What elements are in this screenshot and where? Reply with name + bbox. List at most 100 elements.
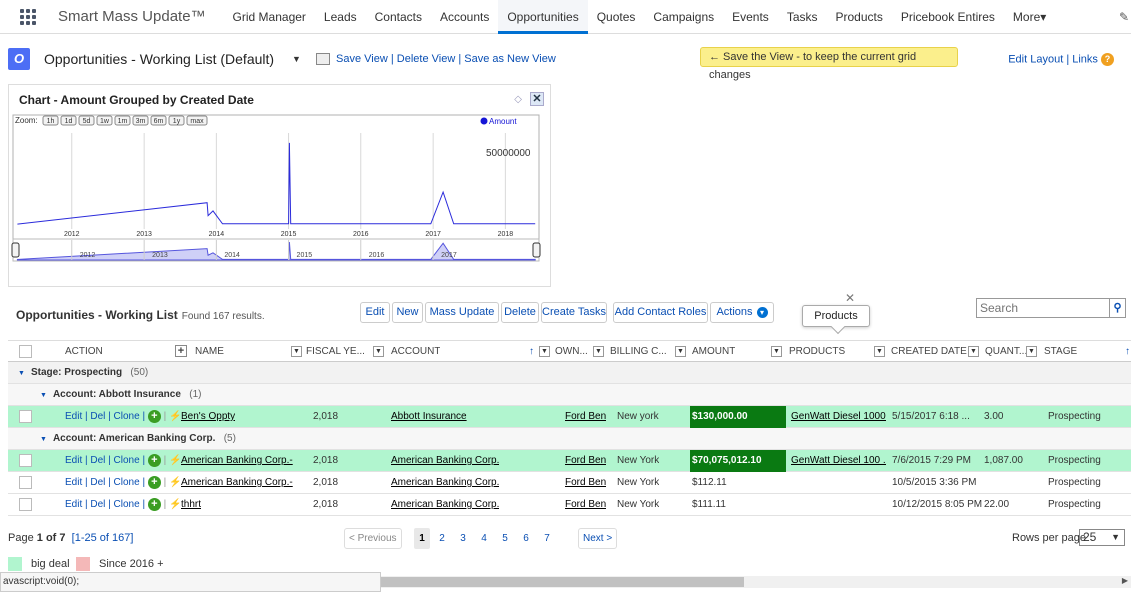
col-stage[interactable]: STAGE: [1044, 341, 1077, 363]
collapse-icon[interactable]: ▼: [18, 370, 25, 377]
view-select[interactable]: Opportunities - Working List (Default): [44, 51, 274, 67]
page-1[interactable]: 1: [414, 528, 430, 549]
tab-tasks[interactable]: Tasks: [778, 0, 827, 34]
actions-button[interactable]: Actions ▾: [710, 302, 774, 323]
rows-per-page-select[interactable]: 25 ▼: [1079, 529, 1125, 546]
collapse-icon[interactable]: ▼: [40, 392, 47, 399]
col-owner-menu[interactable]: ▼: [593, 341, 604, 363]
cell-owner[interactable]: Ford Ben: [565, 406, 606, 428]
add-icon[interactable]: +: [147, 453, 161, 467]
lightning-icon[interactable]: | ⚡: [164, 499, 182, 510]
col-products-menu[interactable]: ▼: [874, 341, 885, 363]
col-fiscal-menu[interactable]: ▼: [373, 341, 384, 363]
edit-layout-link[interactable]: Edit Layout: [1008, 53, 1063, 65]
save-view-link[interactable]: Save View: [336, 53, 388, 65]
cell-name[interactable]: American Banking Corp.-: [181, 472, 293, 494]
lightning-icon[interactable]: | ⚡: [164, 477, 182, 488]
links-link[interactable]: Links: [1072, 53, 1098, 65]
tab-more[interactable]: More▾: [1004, 0, 1055, 34]
col-products[interactable]: PRODUCTS: [789, 341, 845, 363]
col-created-date[interactable]: CREATED DATE: [891, 341, 967, 363]
col-account-menu[interactable]: ▼: [539, 341, 550, 363]
help-icon[interactable]: ?: [1101, 53, 1114, 66]
page-6[interactable]: 6: [518, 528, 534, 549]
cell-owner[interactable]: Ford Ben: [565, 450, 606, 472]
tab-opportunities[interactable]: Opportunities: [498, 0, 588, 34]
row-actions[interactable]: Edit | Del | Clone | + | ⚡: [65, 494, 181, 516]
col-quantity-menu[interactable]: ▼: [1026, 341, 1037, 363]
scroll-right-icon[interactable]: ▶: [1122, 576, 1128, 585]
navigator-left-handle[interactable]: [11, 242, 20, 258]
cell-products[interactable]: GenWatt Diesel 1000 ...: [791, 406, 886, 428]
delete-view-link[interactable]: Delete View: [397, 53, 456, 65]
pencil-icon[interactable]: ✎: [1119, 10, 1129, 24]
col-name[interactable]: NAME: [195, 341, 224, 363]
cell-account[interactable]: American Banking Corp.: [391, 472, 499, 494]
tab-contacts[interactable]: Contacts: [366, 0, 431, 34]
save-as-new-view-link[interactable]: Save as New View: [464, 53, 556, 65]
table-row[interactable]: Edit | Del | Clone | + | ⚡ American Bank…: [8, 450, 1131, 472]
navigator-right-handle[interactable]: [532, 242, 541, 258]
col-name-menu[interactable]: ▼: [291, 341, 302, 363]
edit-button[interactable]: Edit: [360, 302, 390, 323]
col-action-add[interactable]: +: [175, 341, 187, 363]
chart-close-icon[interactable]: ✕: [530, 92, 544, 106]
collapse-icon[interactable]: ▼: [40, 436, 47, 443]
table-row[interactable]: Edit | Del | Clone | + | ⚡ Ben's Oppty 2…: [8, 406, 1131, 428]
row-actions[interactable]: Edit | Del | Clone | + | ⚡: [65, 406, 181, 428]
page-2[interactable]: 2: [434, 528, 450, 549]
scrollbar-thumb[interactable]: [381, 577, 744, 587]
col-account[interactable]: ACCOUNT: [391, 341, 440, 363]
delete-button[interactable]: Delete: [501, 302, 539, 323]
horizontal-scrollbar[interactable]: ▶: [381, 576, 1131, 588]
search-icon[interactable]: ⚲: [1110, 298, 1126, 318]
sort-icon[interactable]: ↑: [1125, 341, 1130, 363]
create-tasks-button[interactable]: Create Tasks: [541, 302, 607, 323]
tab-campaigns[interactable]: Campaigns: [644, 0, 723, 34]
col-amount-menu[interactable]: ▼: [771, 341, 782, 363]
tab-grid-manager[interactable]: Grid Manager: [224, 0, 315, 34]
group-row-account[interactable]: ▼ Account: American Banking Corp. (5): [8, 428, 1131, 450]
lightning-icon[interactable]: | ⚡: [164, 411, 182, 422]
table-row[interactable]: Edit | Del | Clone | + | ⚡ American Bank…: [8, 472, 1131, 494]
page-7[interactable]: 7: [539, 528, 555, 549]
previous-page-button[interactable]: < Previous: [344, 528, 402, 549]
col-quantity[interactable]: QUANT...: [985, 341, 1027, 363]
col-owner[interactable]: OWN...: [555, 341, 588, 363]
page-5[interactable]: 5: [497, 528, 513, 549]
row-checkbox[interactable]: [19, 476, 32, 489]
cell-products[interactable]: GenWatt Diesel 100 ...: [791, 450, 886, 472]
select-all-checkbox[interactable]: [19, 345, 32, 358]
cell-name[interactable]: American Banking Corp.-: [181, 450, 293, 472]
chart-pin-icon[interactable]: ◇: [514, 94, 522, 105]
add-contact-roles-button[interactable]: Add Contact Roles: [613, 302, 708, 323]
group-row-stage[interactable]: ▼ Stage: Prospecting (50): [8, 362, 1131, 384]
sort-asc-icon[interactable]: ↑: [529, 341, 534, 363]
search-input[interactable]: [976, 298, 1110, 318]
mass-update-button[interactable]: Mass Update: [425, 302, 499, 323]
col-billing-menu[interactable]: ▼: [675, 341, 686, 363]
cell-name[interactable]: thhrt: [181, 494, 201, 516]
new-button[interactable]: New: [392, 302, 423, 323]
next-page-button[interactable]: Next >: [578, 528, 618, 549]
table-row[interactable]: Edit | Del | Clone | + | ⚡ thhrt 2,018 A…: [8, 494, 1131, 516]
col-fiscal-year[interactable]: FISCAL YE...: [306, 341, 365, 363]
cell-owner[interactable]: Ford Ben: [565, 472, 606, 494]
col-billing[interactable]: BILLING C...: [610, 341, 667, 363]
row-actions[interactable]: Edit | Del | Clone | + | ⚡: [65, 450, 181, 472]
group-row-account[interactable]: ▼ Account: Abbott Insurance (1): [8, 384, 1131, 406]
col-created-menu[interactable]: ▼: [968, 341, 979, 363]
view-select-caret-icon[interactable]: ▼: [292, 54, 301, 64]
tab-accounts[interactable]: Accounts: [431, 0, 498, 34]
col-amount[interactable]: AMOUNT: [692, 341, 735, 363]
lightning-icon[interactable]: | ⚡: [164, 455, 182, 466]
row-checkbox[interactable]: [19, 454, 32, 467]
add-icon[interactable]: +: [147, 475, 161, 489]
tab-products[interactable]: Products: [827, 0, 892, 34]
add-icon[interactable]: +: [147, 409, 161, 423]
row-checkbox[interactable]: [19, 498, 32, 511]
grid-view-icon[interactable]: [316, 53, 330, 66]
row-checkbox[interactable]: [19, 410, 32, 423]
page-3[interactable]: 3: [455, 528, 471, 549]
add-column-icon[interactable]: +: [175, 345, 187, 358]
